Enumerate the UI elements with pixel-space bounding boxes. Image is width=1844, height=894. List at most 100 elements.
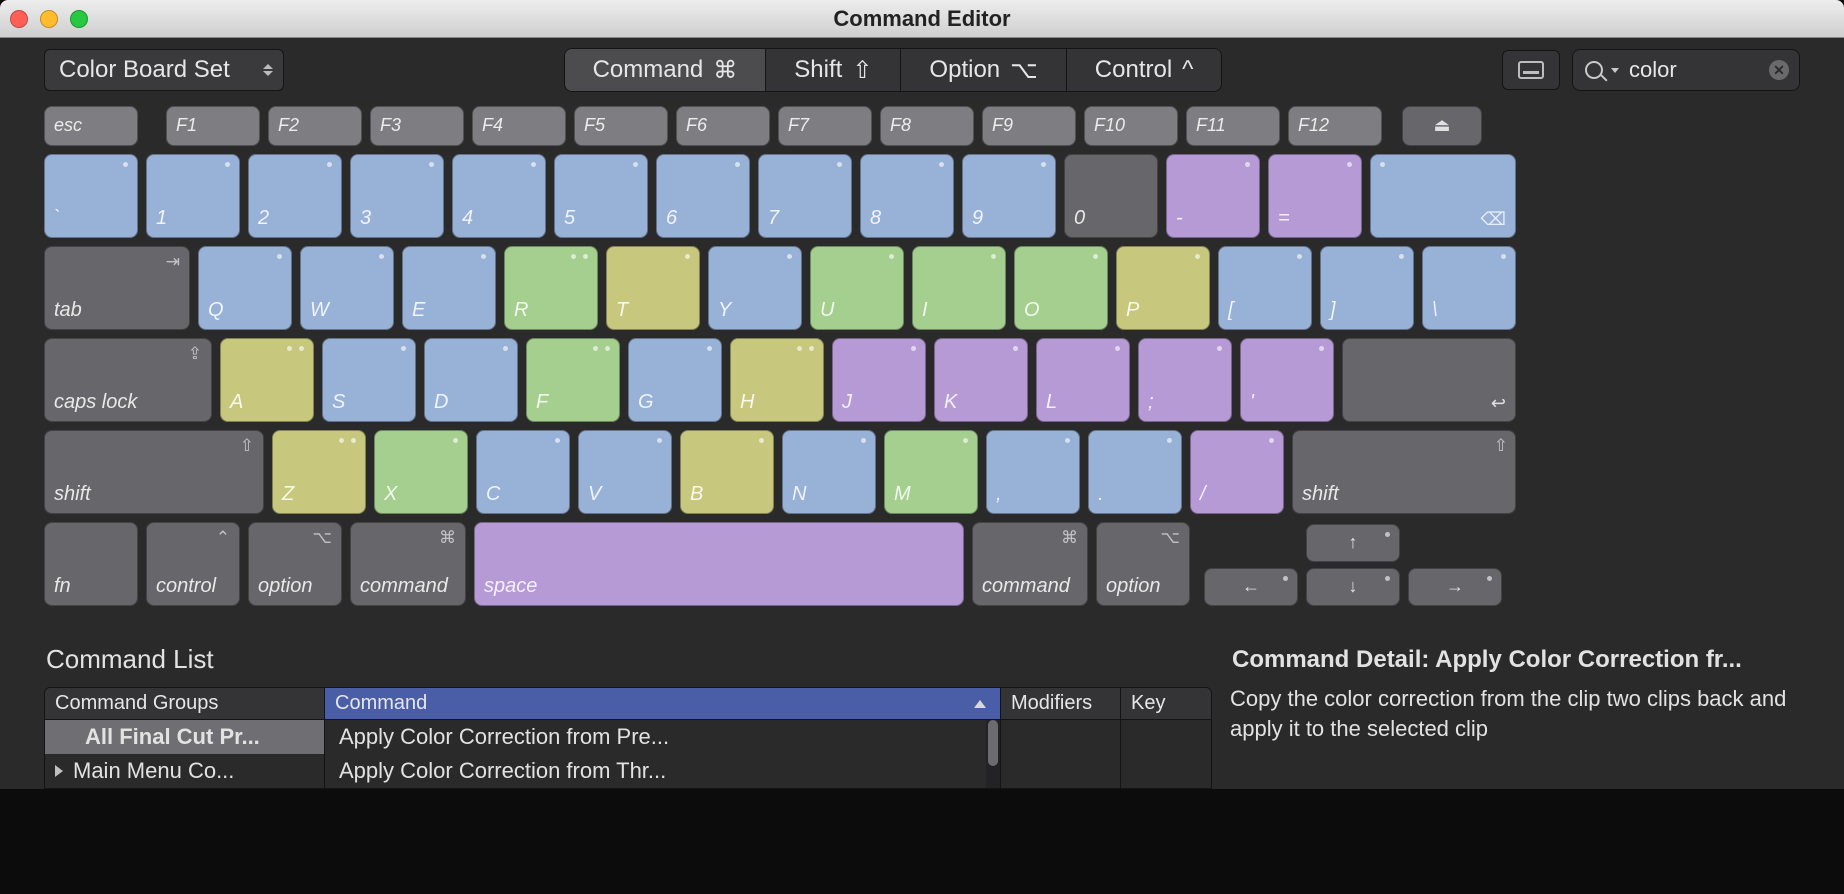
key-2[interactable]: 2 [248,154,342,238]
scrollbar-thumb[interactable] [988,720,998,766]
key-f[interactable]: F [526,338,620,422]
key-eject[interactable]: ⏏ [1402,106,1482,146]
key-t[interactable]: T [606,246,700,330]
modifiers-header[interactable]: Modifiers [1001,688,1120,720]
modifier-control-toggle[interactable]: Control ^ [1067,49,1222,91]
key-8[interactable]: 8 [860,154,954,238]
key-f9[interactable]: F9 [982,106,1076,146]
group-row-all[interactable]: All Final Cut Pr... [45,720,324,754]
key-bracket-open[interactable]: [ [1218,246,1312,330]
disclosure-triangle-icon[interactable] [55,765,63,777]
key-f6[interactable]: F6 [676,106,770,146]
key-3[interactable]: 3 [350,154,444,238]
key-d[interactable]: D [424,338,518,422]
key-6[interactable]: 6 [656,154,750,238]
key-left-command[interactable]: ⌘command [350,522,466,606]
key-left-control[interactable]: ⌃control [146,522,240,606]
command-icon: ⌘ [439,528,456,548]
command-row[interactable]: Apply Color Correction from Pre... [325,720,1000,754]
key-l[interactable]: L [1036,338,1130,422]
key-f2[interactable]: F2 [268,106,362,146]
key-delete[interactable]: ⌫ [1370,154,1516,238]
key-m[interactable]: M [884,430,978,514]
key-f8[interactable]: F8 [880,106,974,146]
key-arrow-left[interactable]: ← [1204,568,1298,606]
key-9[interactable]: 9 [962,154,1056,238]
command-set-dropdown[interactable]: Color Board Set [44,49,284,91]
key-x[interactable]: X [374,430,468,514]
key-g[interactable]: G [628,338,722,422]
key-h[interactable]: H [730,338,824,422]
key-4[interactable]: 4 [452,154,546,238]
key-f5[interactable]: F5 [574,106,668,146]
key-7[interactable]: 7 [758,154,852,238]
key-comma[interactable]: , [986,430,1080,514]
key-arrow-right[interactable]: → [1408,568,1502,606]
key-fn[interactable]: fn [44,522,138,606]
key-o[interactable]: O [1014,246,1108,330]
group-row-main-menu[interactable]: Main Menu Co... [45,754,324,788]
clear-search-button[interactable]: ✕ [1769,60,1789,80]
key-n[interactable]: N [782,430,876,514]
key-i[interactable]: I [912,246,1006,330]
key-semicolon[interactable]: ; [1138,338,1232,422]
key-f7[interactable]: F7 [778,106,872,146]
command-row[interactable]: Apply Color Correction from Thr... [325,754,1000,788]
key-f12[interactable]: F12 [1288,106,1382,146]
key-arrow-down[interactable]: ↓ [1306,568,1400,606]
key-period[interactable]: . [1088,430,1182,514]
key-p[interactable]: P [1116,246,1210,330]
key-right-option[interactable]: ⌥option [1096,522,1190,606]
key-5[interactable]: 5 [554,154,648,238]
key-esc[interactable]: esc [44,106,138,146]
key-f1[interactable]: F1 [166,106,260,146]
key-u[interactable]: U [810,246,904,330]
key-caps-lock[interactable]: ⇪caps lock [44,338,212,422]
key-b[interactable]: B [680,430,774,514]
key-header[interactable]: Key [1121,688,1211,720]
key-v[interactable]: V [578,430,672,514]
key-z[interactable]: Z [272,430,366,514]
key-j[interactable]: J [832,338,926,422]
key-left-shift[interactable]: ⇧shift [44,430,264,514]
key-f3[interactable]: F3 [370,106,464,146]
key-k[interactable]: K [934,338,1028,422]
key-arrow-up[interactable]: ↑ [1306,524,1400,562]
key-y[interactable]: Y [708,246,802,330]
modifier-option-toggle[interactable]: Option ⌥ [901,49,1066,91]
groups-header[interactable]: Command Groups [45,688,324,720]
key-bracket-close[interactable]: ] [1320,246,1414,330]
key-space[interactable]: space [474,522,964,606]
keyboard-bottom-row: fn ⌃control ⌥option ⌘command space ⌘comm… [44,522,1800,606]
command-scrollbar[interactable] [986,720,1000,788]
key-minus[interactable]: - [1166,154,1260,238]
key-c[interactable]: C [476,430,570,514]
key-s[interactable]: S [322,338,416,422]
key-e[interactable]: E [402,246,496,330]
key-r[interactable]: R [504,246,598,330]
search-input[interactable] [1629,57,1759,83]
key-slash[interactable]: / [1190,430,1284,514]
key-0[interactable]: 0 [1064,154,1158,238]
key-1[interactable]: 1 [146,154,240,238]
key-right-shift[interactable]: ⇧shift [1292,430,1516,514]
modifier-command-toggle[interactable]: Command ⌘ [565,49,767,91]
key-right-command[interactable]: ⌘command [972,522,1088,606]
key-q[interactable]: Q [198,246,292,330]
command-header[interactable]: Command [325,688,1000,720]
key-quote[interactable]: ' [1240,338,1334,422]
key-left-option[interactable]: ⌥option [248,522,342,606]
keyboard-highlight-button[interactable] [1502,50,1560,90]
key-tab[interactable]: ⇥tab [44,246,190,330]
modifier-shift-toggle[interactable]: Shift ⇧ [766,49,901,91]
search-menu-caret-icon[interactable] [1611,68,1619,73]
key-w[interactable]: W [300,246,394,330]
key-f11[interactable]: F11 [1186,106,1280,146]
key-equals[interactable]: = [1268,154,1362,238]
key-a[interactable]: A [220,338,314,422]
key-return[interactable]: ↩ [1342,338,1516,422]
key-f4[interactable]: F4 [472,106,566,146]
key-f10[interactable]: F10 [1084,106,1178,146]
key-grave[interactable]: ` [44,154,138,238]
key-backslash[interactable]: \ [1422,246,1516,330]
